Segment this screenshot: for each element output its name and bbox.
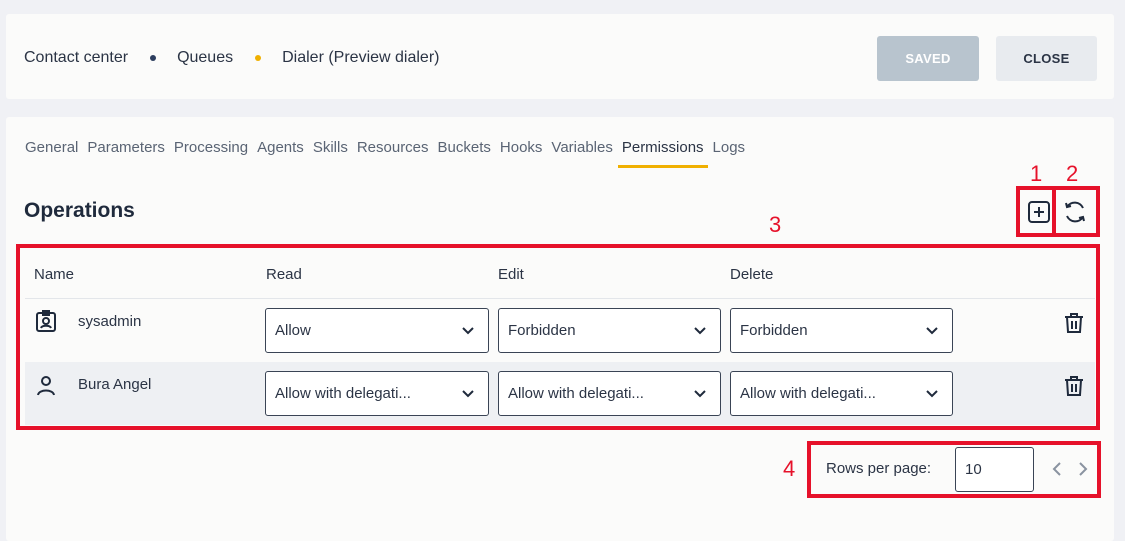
tab-skills[interactable]: Skills xyxy=(313,139,348,168)
column-header-edit: Edit xyxy=(498,266,524,283)
annotation-label-3: 3 xyxy=(769,212,782,237)
edit-permission-select[interactable]: Allow with delegati... xyxy=(498,371,721,416)
breadcrumb-current: Dialer (Preview dialer) xyxy=(282,49,440,66)
saved-button[interactable]: SAVED xyxy=(877,36,979,81)
breadcrumb-separator-dot xyxy=(150,55,157,61)
chevron-down-icon xyxy=(694,390,706,398)
edit-permission-select[interactable]: Forbidden xyxy=(498,308,721,353)
table-header: Name Read Edit Delete xyxy=(25,252,1095,299)
delete-permission-select[interactable]: Forbidden xyxy=(730,308,953,353)
column-header-name[interactable]: Name xyxy=(34,266,74,283)
user-icon xyxy=(37,376,55,396)
trash-icon[interactable] xyxy=(1062,311,1086,335)
table-row: Bura Angel Allow with delegati... Allow … xyxy=(25,362,1095,425)
trash-icon[interactable] xyxy=(1062,374,1086,398)
chevron-down-icon xyxy=(926,390,938,398)
annotation-label-2: 2 xyxy=(1066,161,1079,186)
chevron-down-icon xyxy=(926,327,938,335)
plus-square-icon xyxy=(1028,201,1050,223)
refresh-icon xyxy=(1065,201,1085,223)
rows-per-page-input[interactable]: 10 xyxy=(955,447,1034,492)
close-button[interactable]: CLOSE xyxy=(996,36,1097,81)
annotation-label-4: 4 xyxy=(783,456,796,481)
tab-permissions[interactable]: Permissions xyxy=(617,139,708,168)
tab-hooks[interactable]: Hooks xyxy=(500,139,543,168)
chevron-right-icon[interactable] xyxy=(1076,460,1090,478)
badge-icon xyxy=(36,310,56,332)
column-header-read: Read xyxy=(266,266,302,283)
annotation-label-1: 1 xyxy=(1030,161,1043,186)
row-name: Bura Angel xyxy=(78,376,152,393)
tab-bar: General Parameters Processing Agents Ski… xyxy=(25,139,754,168)
chevron-down-icon xyxy=(462,390,474,398)
tab-resources[interactable]: Resources xyxy=(357,139,429,168)
refresh-button[interactable] xyxy=(1061,198,1089,226)
read-permission-select[interactable]: Allow xyxy=(265,308,489,353)
chevron-down-icon xyxy=(694,327,706,335)
breadcrumb-separator-dot xyxy=(255,55,262,61)
breadcrumb-queues[interactable]: Queues xyxy=(177,49,233,67)
tab-buckets[interactable]: Buckets xyxy=(438,139,491,168)
tab-variables[interactable]: Variables xyxy=(551,139,612,168)
tab-agents[interactable]: Agents xyxy=(257,139,304,168)
tab-processing[interactable]: Processing xyxy=(174,139,248,168)
column-header-delete: Delete xyxy=(730,266,774,283)
breadcrumb-contact-center[interactable]: Contact center xyxy=(24,49,128,67)
section-title: Operations xyxy=(24,199,135,222)
chevron-left-icon[interactable] xyxy=(1050,460,1064,478)
breadcrumb: Contact center Queues Dialer (Preview di… xyxy=(24,49,439,67)
table-row: sysadmin Allow Forbidden Forbidden xyxy=(25,299,1095,362)
chevron-down-icon xyxy=(462,327,474,335)
add-permission-button[interactable] xyxy=(1025,198,1053,226)
tab-parameters[interactable]: Parameters xyxy=(87,139,165,168)
row-name: sysadmin xyxy=(78,313,142,330)
read-permission-select[interactable]: Allow with delegati... xyxy=(265,371,489,416)
tab-logs[interactable]: Logs xyxy=(713,139,746,168)
rows-per-page-label: Rows per page: xyxy=(826,460,932,477)
delete-permission-select[interactable]: Allow with delegati... xyxy=(730,371,953,416)
tab-general[interactable]: General xyxy=(25,139,78,168)
